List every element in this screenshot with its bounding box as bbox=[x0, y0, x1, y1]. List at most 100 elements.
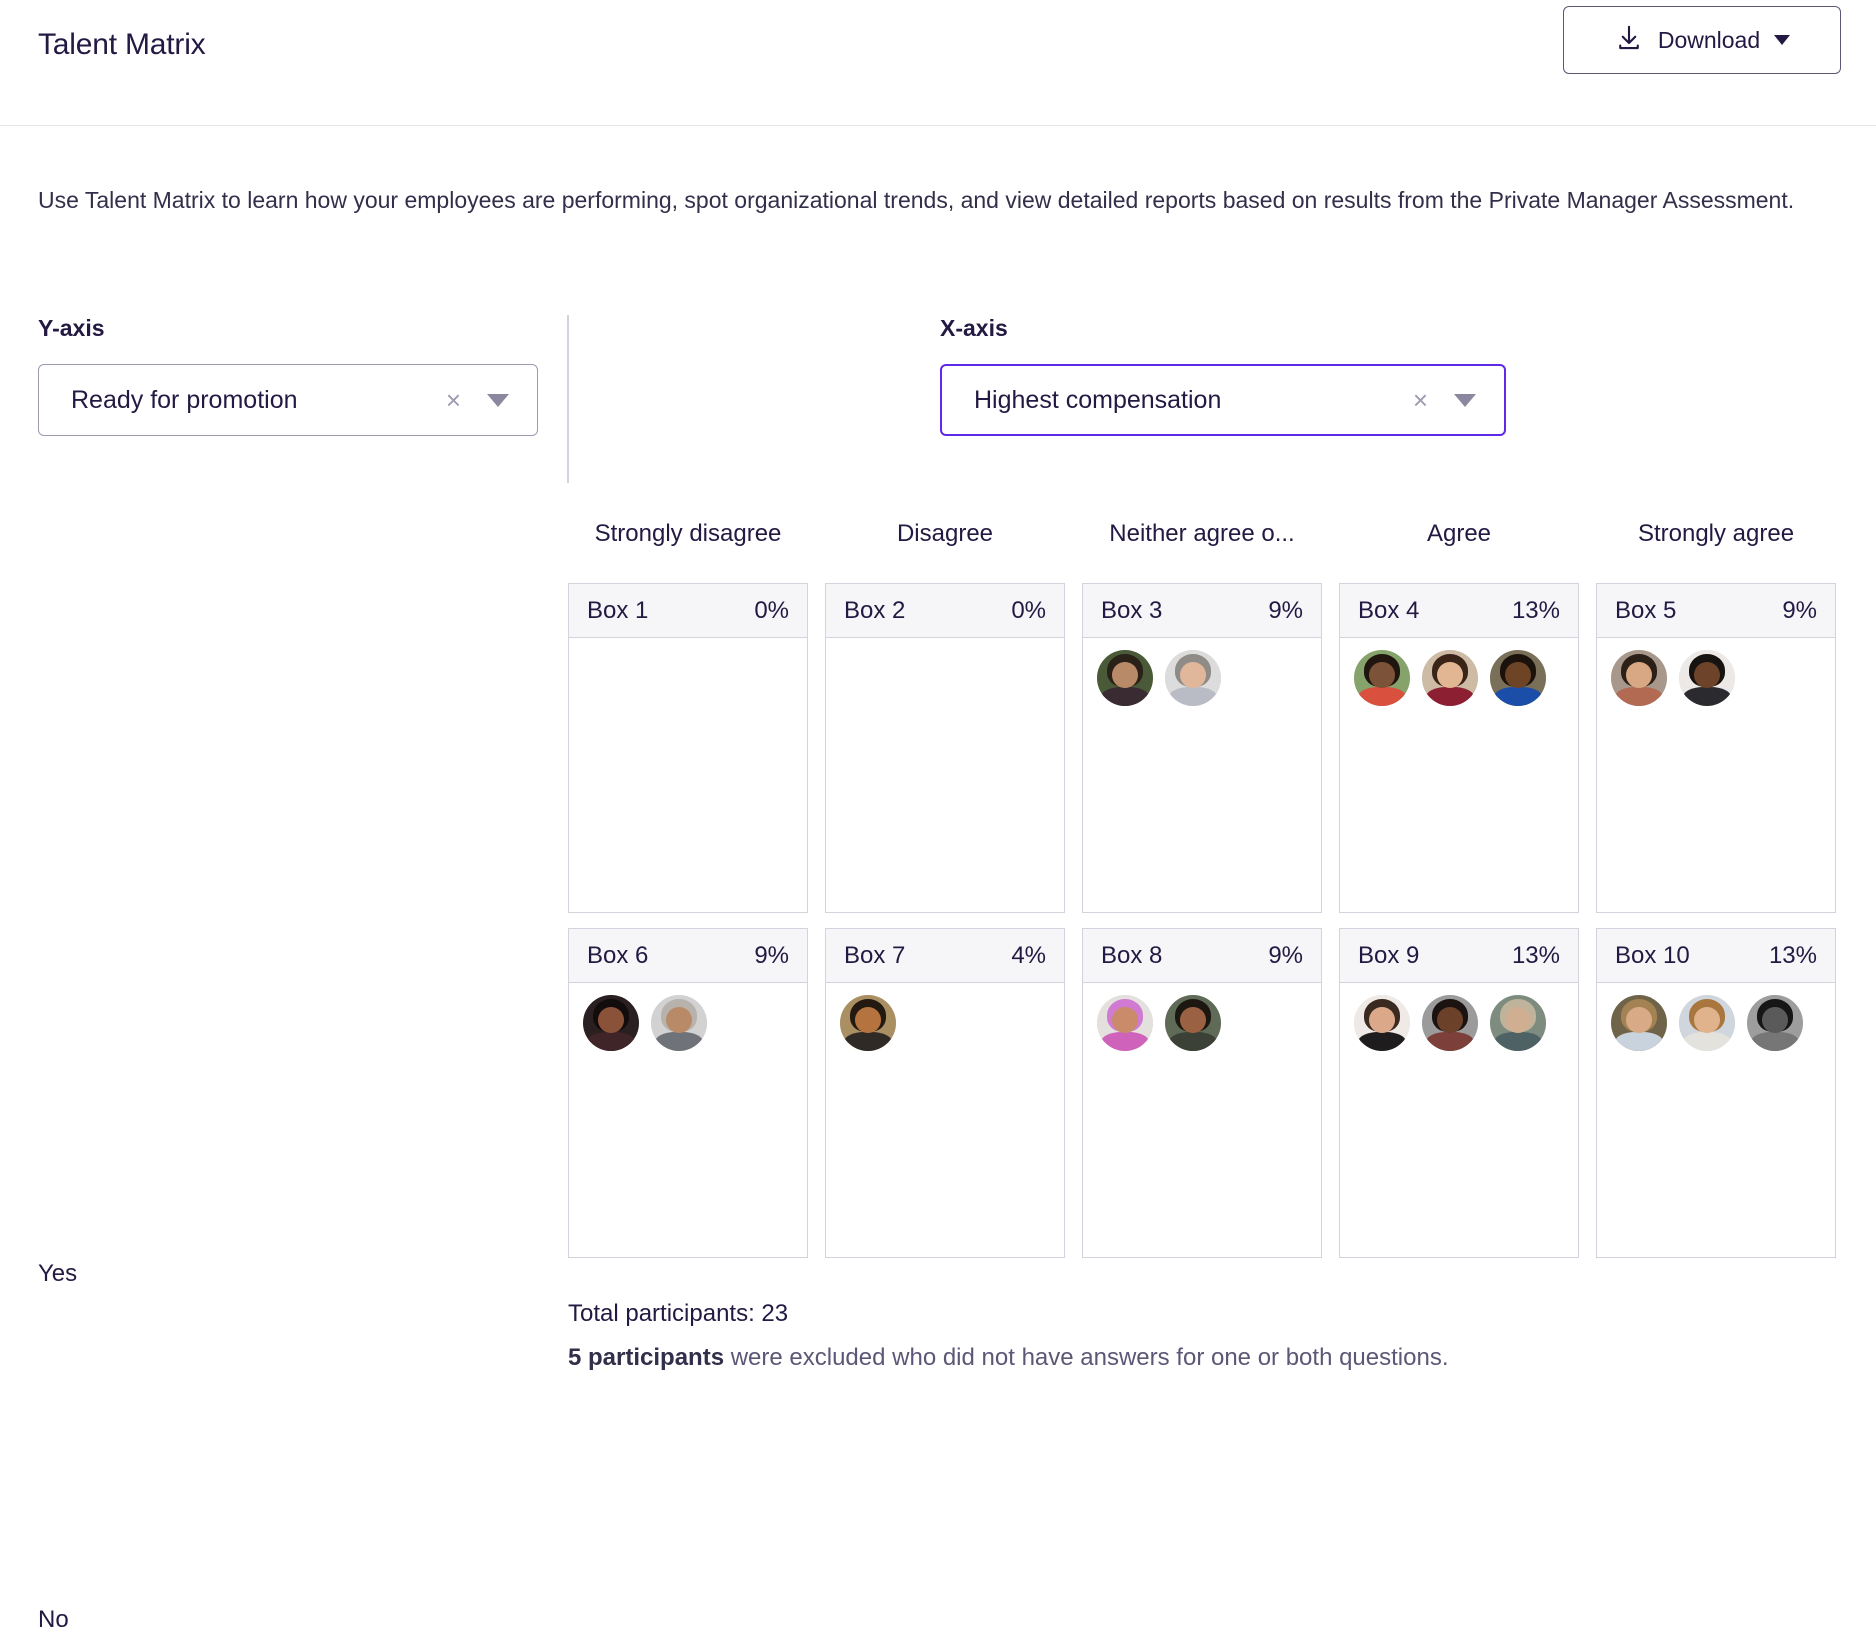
participant-avatar[interactable] bbox=[1679, 995, 1735, 1051]
matrix-box[interactable]: Box 3 9% bbox=[1082, 583, 1322, 913]
matrix-box[interactable]: Box 1013% bbox=[1596, 928, 1836, 1258]
avatar-torso bbox=[1169, 1032, 1216, 1051]
matrix-box-avatars bbox=[826, 638, 1064, 912]
avatar-torso bbox=[1358, 1032, 1405, 1051]
x-axis-clear-icon[interactable]: × bbox=[1413, 387, 1428, 413]
avatar-face bbox=[1626, 1007, 1652, 1033]
matrix-column-header: Agree bbox=[1339, 520, 1579, 548]
matrix-box-header: Box 413% bbox=[1340, 584, 1578, 638]
matrix-row-label-no: No bbox=[38, 1606, 69, 1634]
avatar-face bbox=[1369, 1007, 1395, 1033]
avatar-face bbox=[1437, 1007, 1463, 1033]
matrix-box[interactable]: Box 20% bbox=[825, 583, 1065, 913]
y-axis-chevron-down-icon[interactable] bbox=[487, 394, 509, 407]
matrix-box-header: Box 3 9% bbox=[1083, 584, 1321, 638]
matrix-box-percentage: 9% bbox=[1268, 597, 1303, 625]
total-participants-text: Total participants: 23 bbox=[568, 1300, 1868, 1328]
participant-avatar[interactable] bbox=[1165, 995, 1221, 1051]
participant-avatar[interactable] bbox=[1354, 650, 1410, 706]
avatar-face bbox=[1762, 1007, 1788, 1033]
participant-avatar[interactable] bbox=[1611, 650, 1667, 706]
matrix-box[interactable]: Box 413% bbox=[1339, 583, 1579, 913]
matrix-row-no: Box 69%Box 74%Box 89%Box 913%Box 1013% bbox=[568, 928, 1838, 1258]
matrix-column-header: Strongly agree bbox=[1596, 520, 1836, 548]
participant-avatar[interactable] bbox=[1422, 650, 1478, 706]
avatar-torso bbox=[1426, 687, 1473, 706]
matrix-box-avatars bbox=[569, 638, 807, 912]
avatar-face bbox=[1505, 1007, 1531, 1033]
axis-divider bbox=[567, 315, 569, 483]
matrix-box-header: Box 74% bbox=[826, 929, 1064, 983]
avatar-face bbox=[1112, 1007, 1138, 1033]
participant-avatar[interactable] bbox=[583, 995, 639, 1051]
matrix-box[interactable]: Box 10% bbox=[568, 583, 808, 913]
matrix-box-name: Box 6 bbox=[587, 942, 648, 970]
matrix-box-name: Box 4 bbox=[1358, 597, 1419, 625]
matrix-box[interactable]: Box 69% bbox=[568, 928, 808, 1258]
participant-avatar[interactable] bbox=[1611, 995, 1667, 1051]
participant-avatar[interactable] bbox=[1422, 995, 1478, 1051]
avatar-torso bbox=[655, 1032, 702, 1051]
axis-controls: Y-axis Ready for promotion × X-axis High… bbox=[0, 315, 1876, 485]
participant-avatar[interactable] bbox=[1679, 650, 1735, 706]
participant-avatar[interactable] bbox=[1490, 995, 1546, 1051]
matrix-box-percentage: 13% bbox=[1769, 942, 1817, 970]
participant-avatar[interactable] bbox=[1490, 650, 1546, 706]
avatar-torso bbox=[1615, 1032, 1662, 1051]
avatar-torso bbox=[1683, 1032, 1730, 1051]
participant-avatar[interactable] bbox=[1165, 650, 1221, 706]
participant-avatar[interactable] bbox=[1747, 995, 1803, 1051]
matrix-box-name: Box 8 bbox=[1101, 942, 1162, 970]
matrix-box[interactable]: Box 89% bbox=[1082, 928, 1322, 1258]
matrix-box-avatars bbox=[1083, 638, 1321, 912]
y-axis-control-group: Y-axis Ready for promotion × bbox=[38, 315, 538, 436]
matrix-column-header: Disagree bbox=[825, 520, 1065, 548]
avatar-torso bbox=[1494, 687, 1541, 706]
excluded-participants-note: 5 participants were excluded who did not… bbox=[568, 1344, 1868, 1372]
x-axis-control-group: X-axis Highest compensation × bbox=[940, 315, 1506, 436]
matrix-box[interactable]: Box 9 13% bbox=[1339, 928, 1579, 1258]
matrix-box-name: Box 3 bbox=[1101, 597, 1162, 625]
avatar-torso bbox=[1683, 687, 1730, 706]
download-button[interactable]: Download bbox=[1563, 6, 1841, 74]
avatar-torso bbox=[1426, 1032, 1473, 1051]
avatar-torso bbox=[1169, 687, 1216, 706]
download-arrow-icon bbox=[1614, 23, 1644, 58]
participant-avatar[interactable] bbox=[1097, 650, 1153, 706]
avatar-face bbox=[1180, 662, 1206, 688]
matrix-box-avatars bbox=[826, 983, 1064, 1257]
matrix-box-percentage: 13% bbox=[1512, 942, 1560, 970]
page-header: Talent Matrix Download bbox=[0, 0, 1876, 126]
matrix-box-name: Box 1 bbox=[587, 597, 648, 625]
avatar-torso bbox=[587, 1032, 634, 1051]
matrix-footer: Total participants: 23 5 participants we… bbox=[568, 1300, 1868, 1372]
matrix-box-name: Box 5 bbox=[1615, 597, 1676, 625]
x-axis-select[interactable]: Highest compensation × bbox=[940, 364, 1506, 436]
matrix-box-avatars bbox=[569, 983, 807, 1257]
avatar-torso bbox=[1751, 1032, 1798, 1051]
matrix-box-name: Box 2 bbox=[844, 597, 905, 625]
matrix-box-name: Box 9 bbox=[1358, 942, 1419, 970]
y-axis-select[interactable]: Ready for promotion × bbox=[38, 364, 538, 436]
matrix-box-header: Box 69% bbox=[569, 929, 807, 983]
participant-avatar[interactable] bbox=[840, 995, 896, 1051]
matrix-row-label-yes: Yes bbox=[38, 1260, 77, 1288]
avatar-face bbox=[598, 1007, 624, 1033]
x-axis-chevron-down-icon[interactable] bbox=[1454, 394, 1476, 407]
participant-avatar[interactable] bbox=[1354, 995, 1410, 1051]
avatar-torso bbox=[1358, 687, 1405, 706]
y-axis-clear-icon[interactable]: × bbox=[446, 387, 461, 413]
matrix-box-header: Box 20% bbox=[826, 584, 1064, 638]
matrix-box-header: Box 9 13% bbox=[1340, 929, 1578, 983]
matrix-box[interactable]: Box 74% bbox=[825, 928, 1065, 1258]
matrix-box-header: Box 10% bbox=[569, 584, 807, 638]
page-title: Talent Matrix bbox=[38, 28, 205, 62]
avatar-face bbox=[1505, 662, 1531, 688]
participant-avatar[interactable] bbox=[1097, 995, 1153, 1051]
matrix-box-header: Box 1013% bbox=[1597, 929, 1835, 983]
matrix-box[interactable]: Box 59% bbox=[1596, 583, 1836, 913]
avatar-torso bbox=[844, 1032, 891, 1051]
avatar-face bbox=[1437, 662, 1463, 688]
avatar-torso bbox=[1615, 687, 1662, 706]
participant-avatar[interactable] bbox=[651, 995, 707, 1051]
